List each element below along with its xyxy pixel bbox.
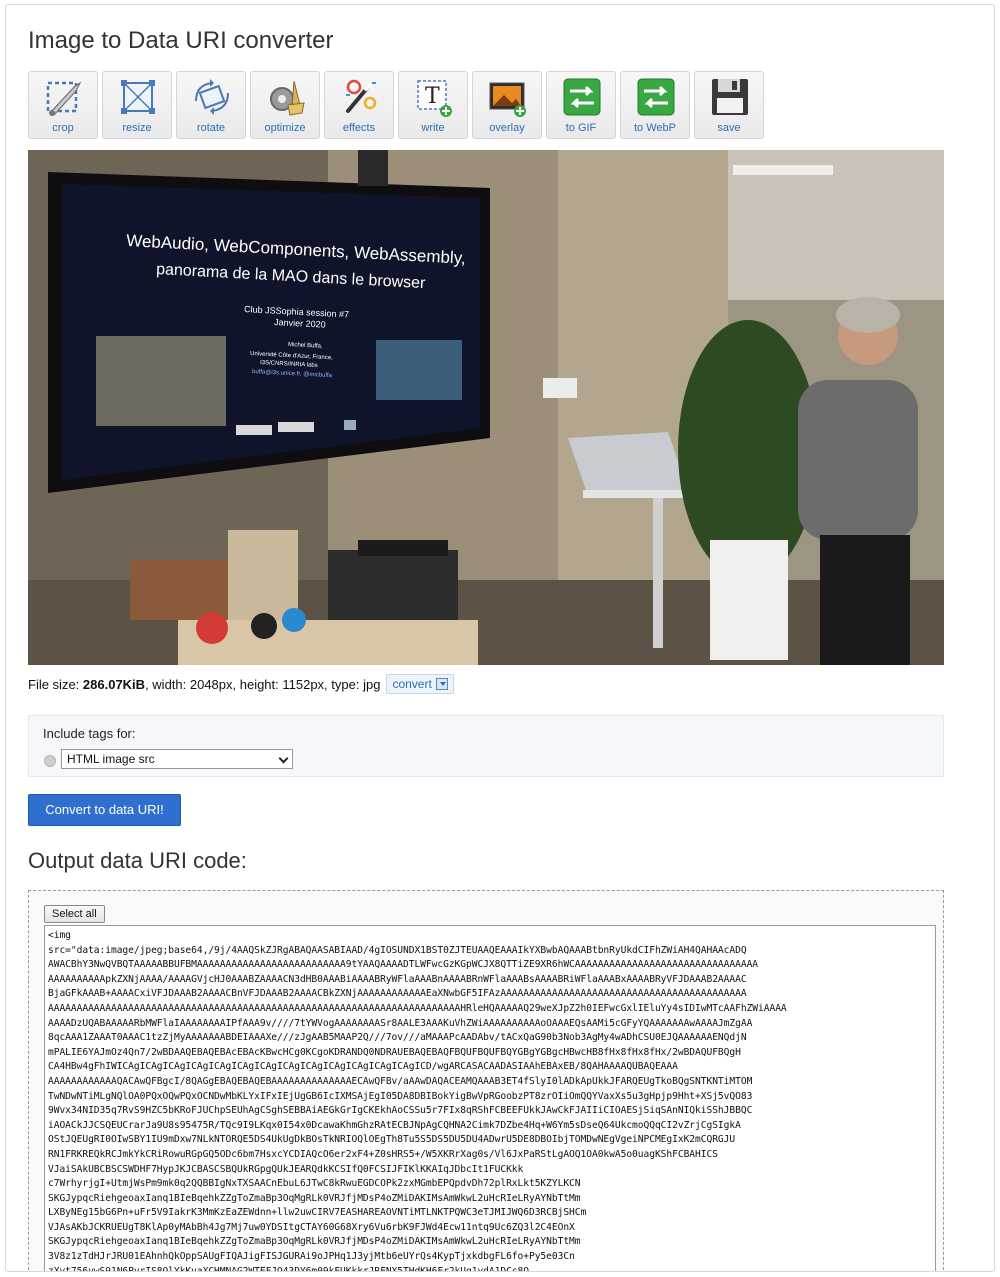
effects-tool-button[interactable]: effects bbox=[324, 71, 394, 139]
toolbar: crop resize rotate optimize effects T wr… bbox=[28, 71, 764, 141]
save-label: save bbox=[717, 122, 741, 134]
write-tool-button[interactable]: T write bbox=[398, 71, 468, 139]
overlay-tool-button[interactable]: overlay bbox=[472, 71, 542, 139]
image-preview: WebAudio, WebComponents, WebAssembly, pa… bbox=[28, 150, 944, 665]
convert-to-data-uri-button[interactable]: Convert to data URI! bbox=[28, 794, 181, 826]
overlay-icon bbox=[489, 82, 526, 117]
file-size-value: 286.07KiB bbox=[82, 676, 146, 692]
convert-link-label: convert bbox=[392, 677, 432, 691]
file-info: File size: 286.07KiB, width: 2048px, hei… bbox=[28, 674, 454, 694]
include-tags-radio[interactable] bbox=[44, 755, 56, 767]
effects-label: effects bbox=[342, 122, 376, 134]
tag-type-select[interactable]: HTML image src bbox=[61, 749, 293, 769]
crop-label: crop bbox=[52, 122, 74, 134]
crop-icon bbox=[46, 81, 82, 116]
write-label: write bbox=[421, 122, 445, 134]
overlay-label: overlay bbox=[489, 122, 525, 134]
optimize-label: optimize bbox=[264, 122, 306, 134]
write-icon: T bbox=[417, 80, 452, 117]
app-window: Image to Data URI converter crop resize bbox=[5, 4, 995, 1272]
select-all-button[interactable]: Select all bbox=[44, 905, 105, 923]
resize-icon bbox=[121, 80, 155, 114]
output-code-textarea[interactable]: <img src="data:image/jpeg;base64,/9j/4AA… bbox=[44, 925, 936, 1271]
convert-link[interactable]: convert bbox=[386, 674, 454, 694]
crop-tool-button[interactable]: crop bbox=[28, 71, 98, 139]
file-size-label: File size: bbox=[28, 676, 83, 692]
photo-scene: WebAudio, WebComponents, WebAssembly, pa… bbox=[28, 150, 944, 665]
rotate-icon bbox=[195, 79, 229, 115]
rotate-tool-button[interactable]: rotate bbox=[176, 71, 246, 139]
save-tool-button[interactable]: save bbox=[694, 71, 764, 139]
svg-text:T: T bbox=[425, 84, 440, 109]
optimize-icon bbox=[270, 80, 305, 116]
file-dimensions: , width: 2048px, height: 1152px, type: j… bbox=[145, 676, 381, 692]
output-title: Output data URI code: bbox=[28, 848, 247, 873]
chevron-down-icon bbox=[278, 753, 289, 764]
save-icon bbox=[712, 79, 748, 115]
to-gif-icon bbox=[563, 78, 601, 116]
to-webp-icon bbox=[637, 78, 675, 116]
effects-icon bbox=[346, 79, 377, 113]
resize-tool-button[interactable]: resize bbox=[102, 71, 172, 139]
rotate-label: rotate bbox=[196, 122, 226, 134]
output-panel: Select all <img src="data:image/jpeg;bas… bbox=[28, 890, 944, 1271]
optimize-tool-button[interactable]: optimize bbox=[250, 71, 320, 139]
to-webp-tool-button[interactable]: to WebP bbox=[620, 71, 690, 139]
to-webp-label: to WebP bbox=[634, 122, 676, 134]
include-tags-label: Include tags for: bbox=[43, 726, 136, 741]
resize-label: resize bbox=[122, 122, 152, 134]
page-title: Image to Data URI converter bbox=[28, 27, 334, 54]
to-gif-label: to GIF bbox=[565, 122, 597, 134]
tag-type-selected: HTML image src bbox=[67, 752, 155, 766]
to-gif-tool-button[interactable]: to GIF bbox=[546, 71, 616, 139]
download-icon bbox=[435, 678, 448, 690]
include-tags-panel: Include tags for: HTML image src bbox=[28, 715, 944, 777]
